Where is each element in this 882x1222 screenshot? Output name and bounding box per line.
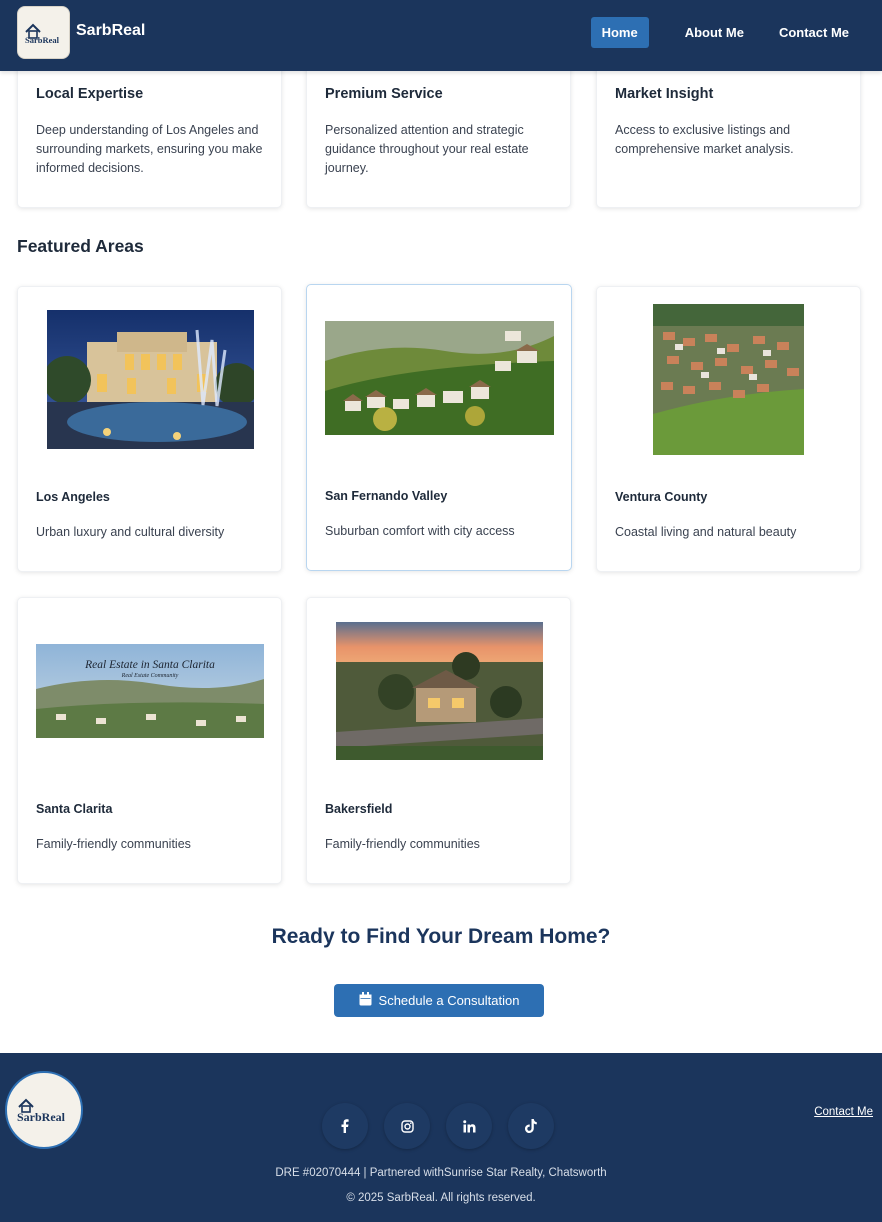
footer-logo-text: SarbReal	[17, 1110, 66, 1124]
area-card-bakersfield[interactable]: Bakersfield Family-friendly communities	[306, 597, 571, 884]
area-description: Coastal living and natural beauty	[615, 525, 797, 539]
area-name: San Fernando Valley	[325, 489, 448, 503]
house-logo-icon: SarbReal	[25, 23, 60, 45]
copyright: © 2025 SarbReal. All rights reserved.	[346, 1192, 536, 1204]
area-name: Bakersfield	[325, 802, 393, 816]
area-image-san-fernando-valley	[325, 321, 554, 435]
feature-card-premium-service: Premium Service Personalized attention a…	[306, 56, 571, 208]
site-footer: SarbReal Contact Me DRE #02070444 | Part…	[0, 1053, 882, 1222]
house-logo-icon: SarbReal	[17, 1098, 66, 1124]
facebook-icon[interactable]	[322, 1103, 368, 1149]
feature-text: Deep understanding of Los Angeles and su…	[36, 123, 263, 175]
area-description: Family-friendly communities	[36, 837, 191, 851]
feature-title: Local Expertise	[36, 86, 144, 102]
featured-areas-title: Featured Areas	[17, 236, 144, 256]
area-image-bakersfield	[336, 622, 543, 760]
footer-contact-link[interactable]: Contact Me	[814, 1106, 873, 1118]
nav-home[interactable]: Home	[590, 17, 649, 48]
main-nav: Home About Me Contact Me	[590, 17, 882, 48]
area-description: Family-friendly communities	[325, 837, 480, 851]
image-subcaption: Real Estate Community	[121, 673, 179, 679]
feature-title: Market Insight	[615, 86, 714, 102]
area-image-los-angeles	[47, 310, 254, 449]
brand-name[interactable]: SarbReal	[76, 22, 145, 40]
nav-contact-me[interactable]: Contact Me	[768, 17, 860, 48]
feature-card-market-insight: Market Insight Access to exclusive listi…	[596, 56, 861, 208]
area-image-ventura-county	[653, 304, 804, 455]
logo-text: SarbReal	[25, 35, 60, 45]
social-links	[322, 1103, 570, 1149]
feature-text: Access to exclusive listings and compreh…	[615, 123, 794, 156]
area-image-santa-clarita: Real Estate in Santa Clarita Real Estate…	[36, 644, 264, 738]
calendar-icon	[359, 992, 372, 1009]
area-description: Urban luxury and cultural diversity	[36, 525, 225, 539]
site-header: SarbReal SarbReal Home About Me Contact …	[0, 0, 882, 71]
area-card-santa-clarita[interactable]: Real Estate in Santa Clarita Real Estate…	[17, 597, 282, 884]
area-card-los-angeles[interactable]: Los Angeles Urban luxury and cultural di…	[17, 286, 282, 572]
feature-text: Personalized attention and strategic gui…	[325, 123, 529, 175]
instagram-icon[interactable]	[384, 1103, 430, 1149]
cta-title: Ready to Find Your Dream Home?	[271, 925, 611, 948]
schedule-consultation-button[interactable]: Schedule a Consultation	[334, 984, 544, 1017]
area-name: Los Angeles	[36, 490, 110, 504]
linkedin-icon[interactable]	[446, 1103, 492, 1149]
area-card-ventura-county[interactable]: Ventura County Coastal living and natura…	[596, 286, 861, 572]
area-description: Suburban comfort with city access	[325, 524, 515, 538]
image-caption: Real Estate in Santa Clarita	[84, 659, 215, 671]
nav-about-me[interactable]: About Me	[674, 17, 755, 48]
footer-logo[interactable]: SarbReal	[5, 1071, 83, 1149]
site-logo[interactable]: SarbReal	[17, 6, 70, 59]
schedule-consultation-label: Schedule a Consultation	[378, 993, 520, 1008]
area-card-san-fernando-valley[interactable]: San Fernando Valley Suburban comfort wit…	[306, 284, 572, 571]
feature-card-local-expertise: Local Expertise Deep understanding of Lo…	[17, 56, 282, 208]
feature-title: Premium Service	[325, 86, 443, 102]
license-line: DRE #02070444 | Partnered withSunrise St…	[275, 1167, 607, 1179]
area-name: Ventura County	[615, 490, 708, 504]
tiktok-icon[interactable]	[508, 1103, 554, 1149]
area-name: Santa Clarita	[36, 802, 113, 816]
